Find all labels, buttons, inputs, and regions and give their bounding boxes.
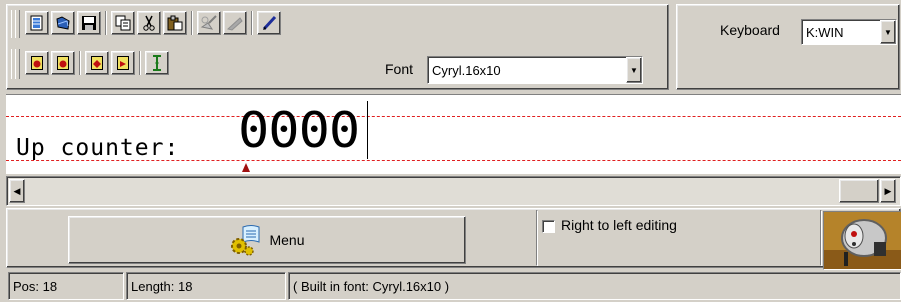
scrollbar-thumb[interactable] [839,179,879,203]
font-select-value: Cyryl.16x10 [432,62,501,78]
keyboard-panel: Keyboard K:WIN ▼ [676,4,900,90]
scroll-left-icon[interactable]: ◀ [9,179,25,203]
panel-divider [536,210,538,266]
paste-button[interactable] [163,11,187,35]
text-cursor [367,101,368,159]
menu-button[interactable]: Menu [68,216,466,264]
clear-button[interactable] [197,11,221,35]
rtl-checkbox[interactable] [542,220,555,233]
page-button-2[interactable] [51,51,75,75]
new-document-icon [30,15,43,31]
keyboard-label: Keyboard [720,22,780,38]
toolbar-separator [139,51,141,75]
clear-brush-icon [200,15,217,30]
horizontal-scrollbar[interactable]: ◀ ▶ [6,176,901,206]
toolbar-separator [191,11,193,35]
copy-button[interactable] [111,11,135,35]
page-button-1[interactable] [25,51,49,75]
cursor-button[interactable] [145,51,169,75]
lcd-editor[interactable]: Up counter: 0000 [6,94,901,174]
page-button-4[interactable] [111,51,135,75]
scroll-right-icon[interactable]: ▶ [880,179,896,203]
guide-line-top [6,116,901,117]
toolbar-separator [105,11,107,35]
font-select[interactable]: Cyryl.16x10 ▼ [427,56,643,84]
status-length: Length: 18 [126,272,286,300]
rtl-checkbox-label: Right to left editing [561,217,677,233]
status-position: Pos: 18 [8,272,124,300]
save-disk-icon [82,16,96,30]
copy-icon [115,15,131,31]
pen-button[interactable] [257,11,281,35]
toolbar-grip[interactable] [15,49,20,79]
pen-edit-icon [262,15,277,31]
keyboard-select[interactable]: K:WIN ▼ [801,19,897,45]
page-red-icon [31,56,43,70]
page-red-icon [117,56,129,70]
toolbar-grip[interactable] [15,10,20,38]
toolbar-separator [251,11,253,35]
save-button[interactable] [77,11,101,35]
device-photo [823,211,901,270]
chevron-down-icon[interactable]: ▼ [626,57,642,83]
new-document-button[interactable] [25,11,49,35]
cursor-ibeam-icon [153,55,161,71]
page-red-icon [91,56,103,70]
gears-scroll-icon [231,225,260,256]
toolbar-separator [79,51,81,75]
cut-button[interactable] [137,11,161,35]
page-button-3[interactable] [85,51,109,75]
chevron-down-icon[interactable]: ▼ [880,20,896,44]
panel-divider [820,210,822,266]
menu-button-label: Menu [269,232,305,248]
open-file-button[interactable] [51,11,75,35]
toolbar-panel: Font Cyryl.16x10 ▼ [6,4,669,90]
position-marker-icon [242,163,250,172]
page-red-icon [57,56,69,70]
open-file-icon [56,16,70,30]
cut-scissors-icon [143,15,155,31]
erase-button[interactable] [223,11,247,35]
editor-text-small: Up counter: [16,135,180,161]
status-font-info: ( Built in font: Cyryl.16x10 ) [288,272,901,300]
editor-text-large: 0000 [238,102,360,160]
paste-clipboard-icon [167,15,183,31]
eraser-icon [226,17,243,31]
font-label: Font [385,61,414,77]
keyboard-select-value: K:WIN [806,24,844,40]
